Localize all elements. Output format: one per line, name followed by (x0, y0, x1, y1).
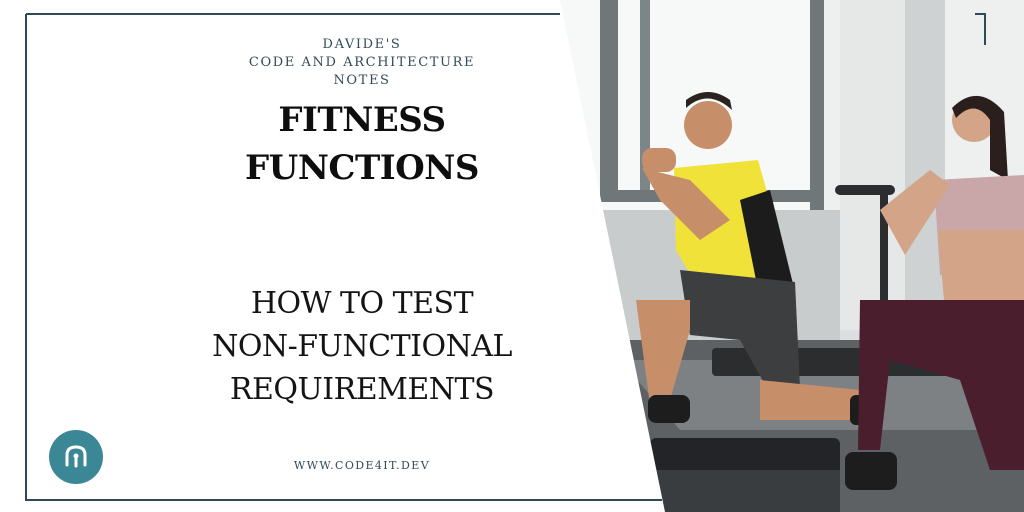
subtitle-line-3: REQUIREMENTS (229, 372, 495, 407)
page-subtitle: HOW TO TEST NON-FUNCTIONAL REQUIREMENTS (180, 282, 544, 411)
code4it-logo-icon[interactable] (49, 430, 103, 484)
brand-heading: DAVIDE'S CODE AND ARCHITECTURE NOTES (212, 36, 512, 90)
brand-line-2: CODE AND ARCHITECTURE (248, 55, 476, 70)
subtitle-line-2: NON-FUNCTIONAL (212, 329, 512, 364)
title-line-1: FITNESS (278, 100, 446, 140)
logo-glyph-icon (65, 445, 87, 468)
title-line-2: FUNCTIONS (245, 148, 479, 188)
brand-line-3: NOTES (333, 73, 391, 88)
page-title: FITNESS FUNCTIONS (212, 96, 512, 192)
subtitle-line-1: HOW TO TEST (250, 286, 474, 321)
brand-line-1: DAVIDE'S (322, 37, 402, 52)
website-link[interactable]: WWW.CODE4IT.DEV (262, 459, 462, 472)
